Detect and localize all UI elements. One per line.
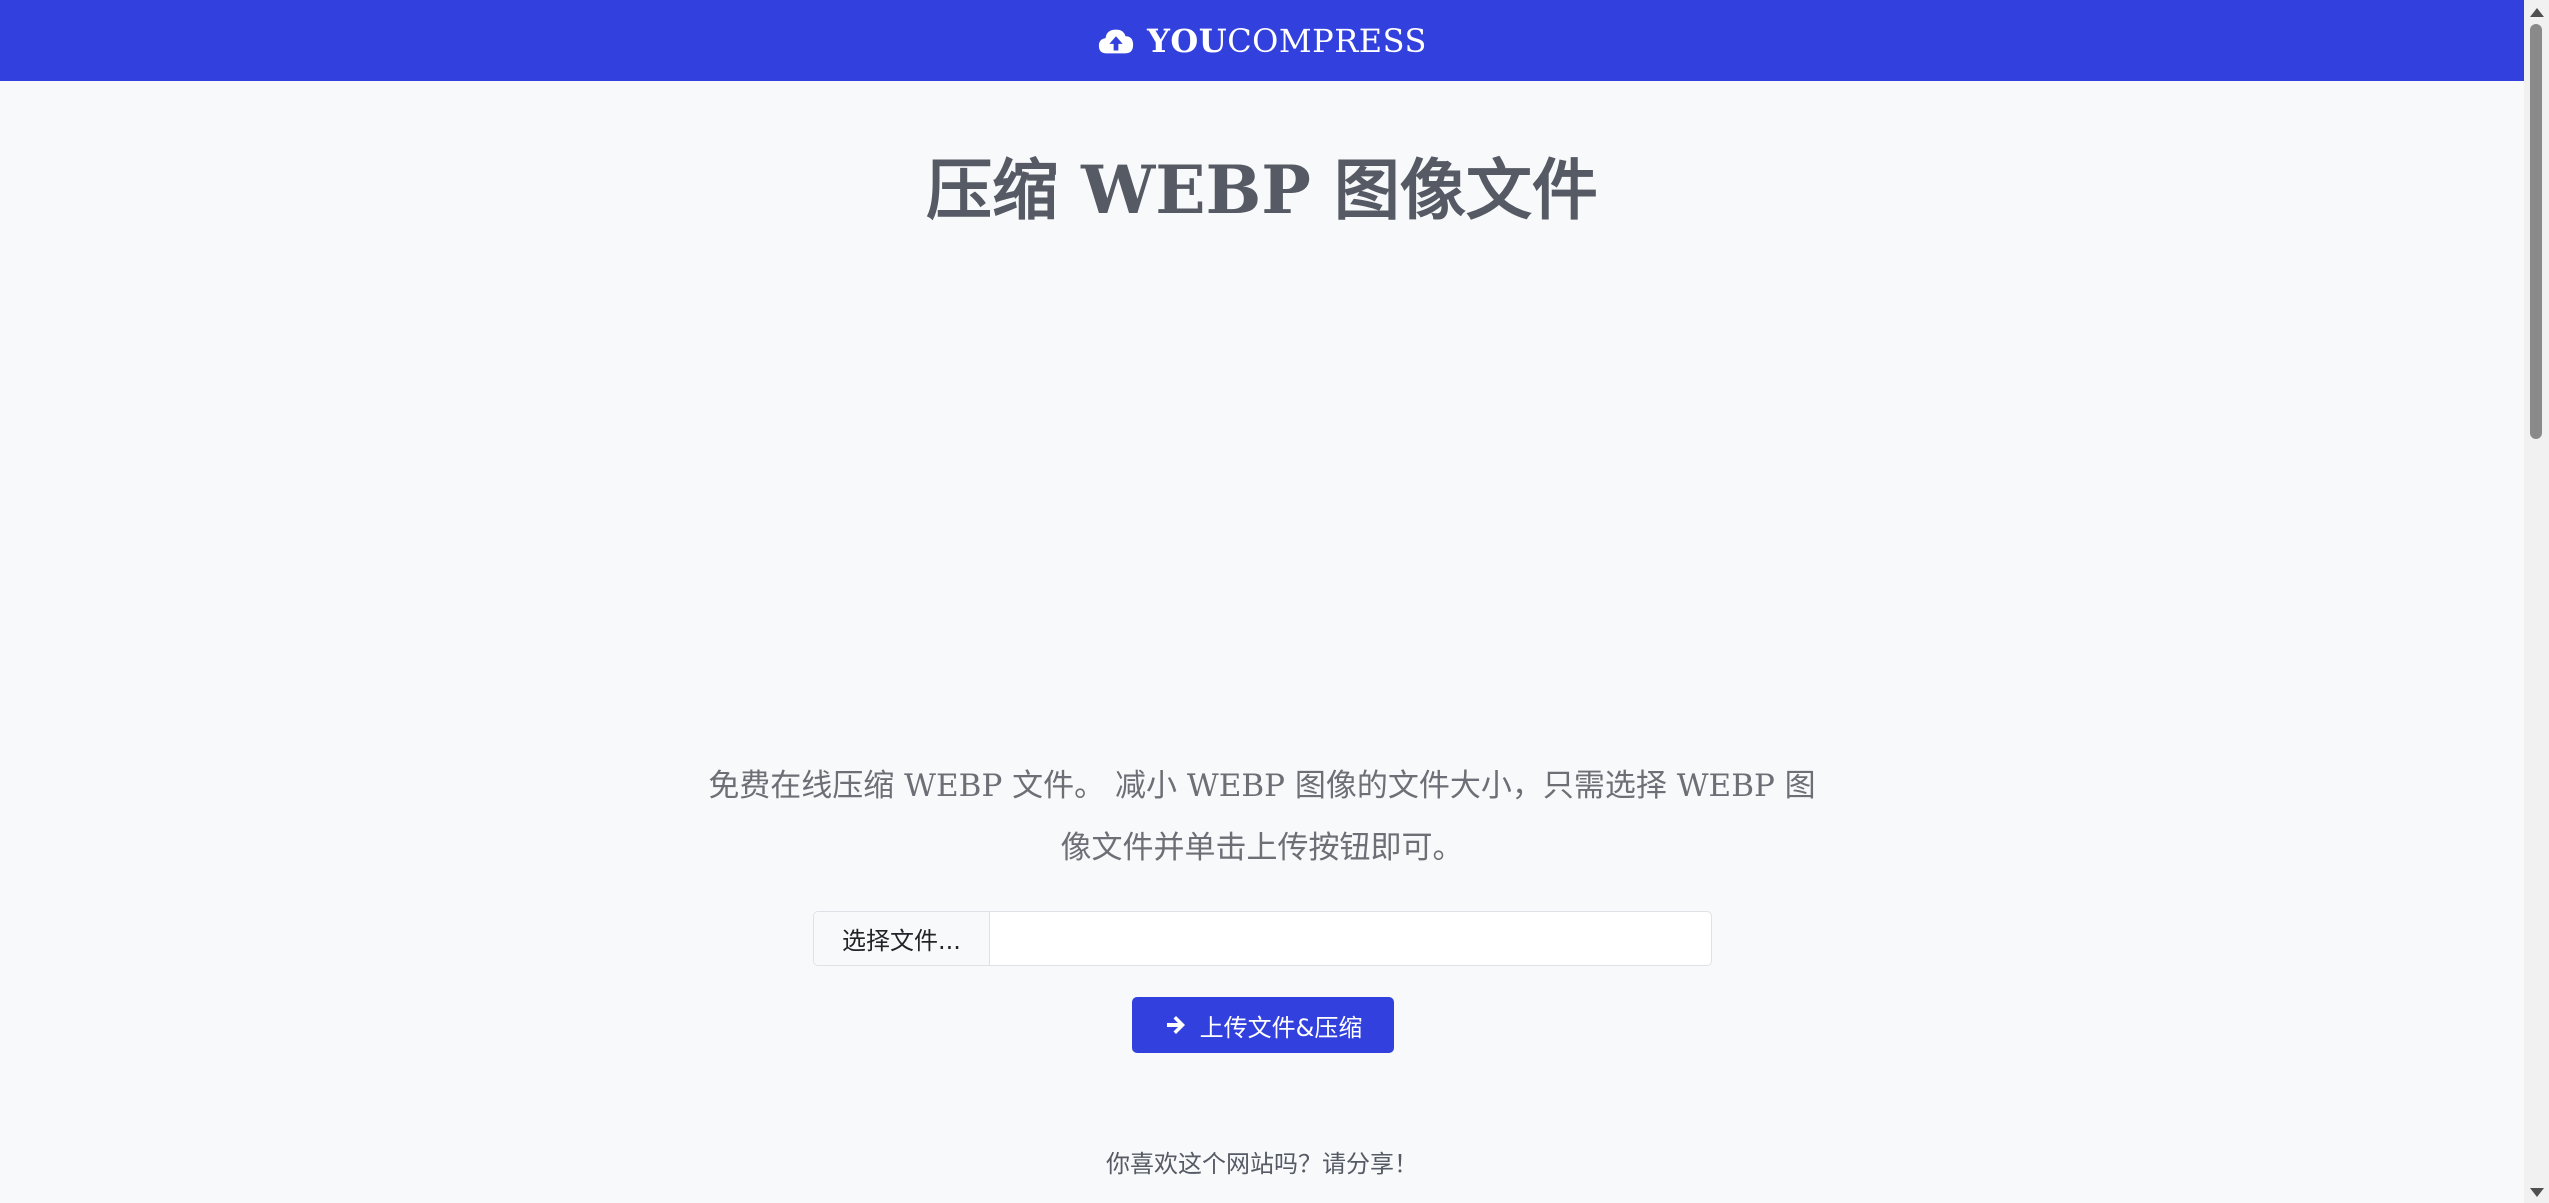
brand-logo-link[interactable]: YOUCOMPRESS (1097, 22, 1427, 60)
scroll-up-arrow-icon[interactable] (2530, 8, 2544, 17)
selected-file-name-field[interactable] (990, 912, 1711, 965)
brand-name-bold: YOU (1147, 21, 1228, 60)
upload-compress-button[interactable]: 上传文件&压缩 (1132, 997, 1394, 1053)
page-scrollbar[interactable] (2524, 0, 2549, 1203)
brand-name-light: COMPRESS (1227, 21, 1427, 60)
page-description: 免费在线压缩 WEBP 文件。 减小 WEBP 图像的文件大小，只需选择 WEB… (708, 768, 1816, 866)
brand-name: YOUCOMPRESS (1147, 22, 1427, 60)
share-prompt: 你喜欢这个网站吗？请分享！ (1106, 1150, 1418, 1178)
page-title: 压缩 WEBP 图像文件 (926, 151, 1598, 229)
scrollbar-thumb[interactable] (2530, 24, 2542, 439)
arrow-right-icon (1164, 1013, 1188, 1037)
scroll-down-arrow-icon[interactable] (2530, 1188, 2544, 1197)
upload-compress-label: 上传文件&压缩 (1199, 1013, 1363, 1042)
top-navbar: YOUCOMPRESS (0, 0, 2524, 81)
file-input-group[interactable]: 选择文件... (813, 911, 1712, 966)
cloud-upload-icon (1097, 26, 1135, 56)
ad-space (700, 280, 1824, 720)
choose-file-button[interactable]: 选择文件... (814, 912, 990, 965)
